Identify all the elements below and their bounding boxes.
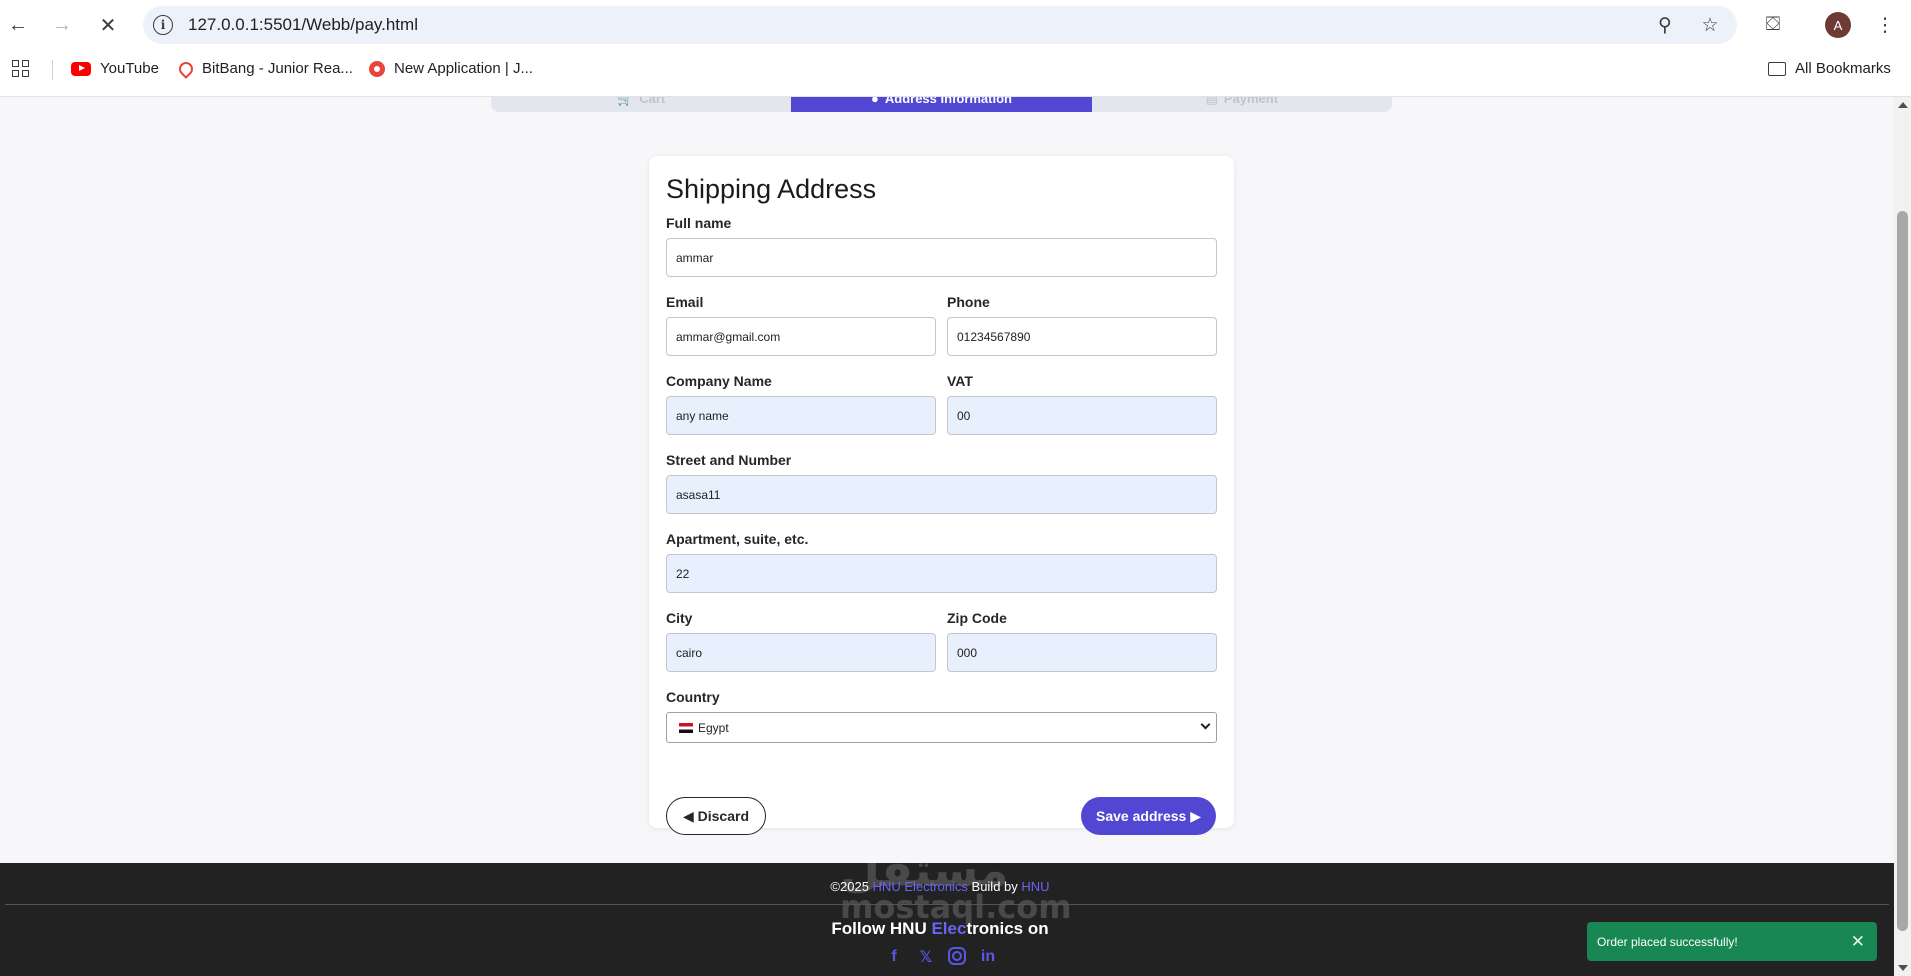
bookmarks-separator: [52, 60, 53, 80]
map-pin-icon: [176, 58, 196, 79]
street-input[interactable]: asasa11: [666, 475, 1217, 514]
youtube-icon: [71, 61, 91, 76]
country-select[interactable]: Egypt: [666, 712, 1217, 743]
bookmark-label: New Application | J...: [394, 60, 533, 77]
copyright-text: ©2025 HNU Electronics Build by HNU: [0, 879, 1880, 894]
app-icon: [369, 60, 385, 77]
footer-divider: [5, 904, 1889, 905]
step-label: Address Information: [884, 97, 1012, 106]
cart-icon: 🛒: [617, 97, 634, 106]
full-name-group: Full name ammar: [666, 215, 1217, 277]
address-bar[interactable]: i 127.0.0.1:5501/Webb/pay.html ⚲ ☆: [143, 6, 1737, 44]
scroll-up-arrow-icon[interactable]: [1898, 102, 1908, 108]
step-cart[interactable]: 🛒 Cart: [491, 97, 791, 112]
card-icon: ▤: [1205, 97, 1218, 106]
follow-link: Elec: [931, 919, 967, 938]
copyright-prefix: ©2025: [830, 879, 873, 894]
menu-dots-icon[interactable]: ⋮: [1870, 10, 1900, 40]
chevron-down-icon: [1200, 719, 1211, 730]
phone-label: Phone: [947, 294, 990, 310]
profile-avatar[interactable]: A: [1825, 12, 1851, 38]
toast-message: Order placed successfully!: [1597, 934, 1738, 949]
save-address-button[interactable]: Save address ▶: [1081, 797, 1216, 835]
scroll-thumb[interactable]: [1897, 211, 1908, 931]
bookmarks-bar: YouTube BitBang - Junior Rea... New Appl…: [0, 52, 1911, 88]
email-group: Email ammar@gmail.com: [666, 294, 936, 356]
checkout-steps: 🛒 Cart ● Address Information ▤ Payment: [491, 97, 1392, 112]
browser-chrome: ← → ✕ i 127.0.0.1:5501/Webb/pay.html ⚲ ☆…: [0, 0, 1911, 97]
form-title: Shipping Address: [666, 174, 877, 204]
zip-label: Zip Code: [947, 610, 1007, 626]
site-info-icon[interactable]: i: [153, 15, 173, 35]
email-field[interactable]: ammar@gmail.com: [666, 317, 936, 356]
street-group: Street and Number asasa11: [666, 452, 1217, 514]
company-name-input[interactable]: any name: [666, 396, 936, 435]
discard-button[interactable]: ◀ Discard: [666, 797, 766, 835]
apartment-group: Apartment, suite, etc. 22: [666, 531, 1217, 593]
phone-group: Phone 01234567890: [947, 294, 1217, 356]
vat-group: VAT 00: [947, 373, 1217, 435]
bookmark-youtube[interactable]: YouTube: [71, 60, 159, 77]
scroll-down-arrow-icon[interactable]: [1898, 965, 1908, 971]
phone-field[interactable]: 01234567890: [947, 317, 1217, 356]
all-bookmarks[interactable]: All Bookmarks: [1768, 60, 1891, 77]
page-scrollbar[interactable]: [1894, 97, 1911, 976]
zoom-icon[interactable]: ⚲: [1653, 13, 1677, 37]
step-label: Payment: [1223, 97, 1279, 106]
country-group: Country Egypt: [666, 689, 1217, 743]
step-address-information[interactable]: ● Address Information: [791, 97, 1092, 112]
street-label: Street and Number: [666, 452, 792, 468]
step-payment[interactable]: ▤ Payment: [1092, 97, 1392, 112]
all-bookmarks-label: All Bookmarks: [1795, 60, 1891, 77]
zip-group: Zip Code 000: [947, 610, 1217, 672]
bookmark-bitbang[interactable]: BitBang - Junior Rea...: [176, 58, 353, 79]
shipping-address-card: Shipping Address Full name ammar Email a…: [649, 156, 1234, 835]
bookmark-label: BitBang - Junior Rea...: [202, 60, 353, 77]
email-label: Email: [666, 294, 704, 310]
extensions-icon[interactable]: ⛋: [1758, 10, 1788, 40]
follow-suffix: tronics on: [966, 919, 1049, 938]
back-button[interactable]: ←: [3, 10, 33, 40]
brand-link[interactable]: HNU Electronics: [873, 879, 968, 894]
city-label: City: [666, 610, 693, 626]
builder-link[interactable]: HNU: [1021, 879, 1049, 894]
x-twitter-icon[interactable]: 𝕏: [916, 947, 936, 967]
country-label: Country: [666, 689, 720, 705]
build-by-text: Build by: [967, 879, 1022, 894]
star-icon[interactable]: ☆: [1698, 13, 1722, 37]
bookmark-label: YouTube: [100, 60, 159, 77]
step-label: Cart: [639, 97, 666, 106]
zip-code-input[interactable]: 000: [947, 633, 1217, 672]
city-input[interactable]: cairo: [666, 633, 936, 672]
folder-icon: [1768, 61, 1786, 76]
vat-label: VAT: [947, 373, 973, 389]
city-group: City cairo: [666, 610, 936, 672]
close-icon[interactable]: ✕: [1851, 932, 1865, 952]
url-text[interactable]: 127.0.0.1:5501/Webb/pay.html: [188, 15, 418, 35]
company-label: Company Name: [666, 373, 772, 389]
apps-grid-icon[interactable]: [12, 60, 29, 77]
follow-prefix: Follow HNU: [831, 919, 932, 938]
success-toast: Order placed successfully! ✕: [1587, 922, 1877, 961]
stop-loading-button[interactable]: ✕: [93, 10, 123, 40]
apartment-input[interactable]: 22: [666, 554, 1217, 593]
social-links: f 𝕏 in: [884, 947, 998, 967]
full-name-label: Full name: [666, 215, 732, 231]
bookmark-new-application[interactable]: New Application | J...: [369, 60, 533, 77]
country-value: Egypt: [698, 720, 729, 735]
vat-input[interactable]: 00: [947, 396, 1217, 435]
instagram-icon[interactable]: [948, 947, 966, 965]
company-group: Company Name any name: [666, 373, 936, 435]
facebook-icon[interactable]: f: [884, 947, 904, 967]
apartment-label: Apartment, suite, etc.: [666, 531, 809, 547]
full-name-input[interactable]: ammar: [666, 238, 1217, 277]
pin-icon: ●: [871, 97, 879, 106]
forward-button[interactable]: →: [47, 10, 77, 40]
egypt-flag-icon: [679, 722, 693, 733]
page-viewport: 🛒 Cart ● Address Information ▤ Payment S…: [0, 97, 1894, 976]
avatar-letter: A: [1833, 17, 1843, 33]
linkedin-icon[interactable]: in: [978, 947, 998, 967]
